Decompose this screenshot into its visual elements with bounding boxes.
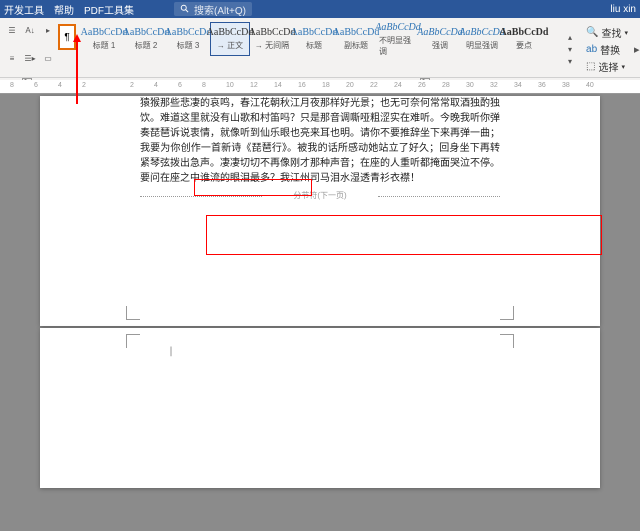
- style-sample: AaBbCcDd: [459, 27, 505, 38]
- ruler-tick: 28: [442, 82, 450, 89]
- styles-more[interactable]: ▾: [562, 56, 578, 68]
- style-sample: AaBbCcDd: [333, 27, 380, 38]
- page-2[interactable]: |: [40, 328, 600, 488]
- ruler-tick: 6: [178, 82, 182, 89]
- ruler-tick: 10: [226, 82, 234, 89]
- style-正文[interactable]: AaBbCcDd→ 正文: [210, 22, 250, 56]
- style-sample: AaBbCcDd: [500, 27, 549, 38]
- margin-corner: [126, 334, 140, 348]
- search-box[interactable]: 搜索(Alt+Q): [174, 2, 252, 16]
- find-button[interactable]: 🔍查找▾: [586, 24, 628, 41]
- shading-button[interactable]: ▭: [40, 52, 56, 64]
- ruler-tick: 2: [82, 82, 86, 89]
- section-break-marker[interactable]: 分节符(下一页): [140, 190, 500, 201]
- select-icon: ⬚: [586, 61, 595, 72]
- style-label: 不明显强调: [379, 35, 417, 57]
- ruler-tick: 12: [250, 82, 258, 89]
- style-副标题[interactable]: AaBbCcDd副标题: [336, 22, 376, 56]
- style-label: 标题 1: [93, 40, 116, 51]
- style-label: 强调: [432, 40, 448, 51]
- margin-corner: [500, 306, 514, 320]
- replace-icon: ab: [586, 44, 597, 55]
- style-label: 标题: [306, 40, 322, 51]
- annotation-box-break: [206, 215, 602, 255]
- ruler-tick: 4: [154, 82, 158, 89]
- styles-gallery: AaBbCcDd标题 1AaBbCcDd标题 2AaBbCcDd标题 3AaBb…: [80, 22, 560, 77]
- ruler-tick: 34: [514, 82, 522, 89]
- style-label: 明显强调: [466, 40, 498, 51]
- select-button[interactable]: ⬚选择▾: [586, 58, 628, 75]
- style-label: 副标题: [344, 40, 368, 51]
- styles-row-up[interactable]: ▴: [562, 32, 578, 44]
- ribbon: ☰ A↓ ▸ ¶ ≡ ☰▸ ▭ AaBbCcDd标题 1AaBbCcDd标题 2…: [0, 18, 640, 78]
- bullet-list-button[interactable]: ☰: [4, 24, 20, 36]
- margin-corner: [500, 334, 514, 348]
- style-sample: AaBbCcDd: [165, 27, 212, 38]
- ruler-tick: 30: [466, 82, 474, 89]
- tab-dev-tools[interactable]: 开发工具: [4, 2, 44, 17]
- style-sample: AaBbCcDd: [249, 27, 296, 38]
- tab-pdf-tools[interactable]: PDF工具集: [84, 2, 134, 17]
- search-placeholder: 搜索(Alt+Q): [194, 2, 246, 17]
- ruler-tick: 22: [370, 82, 378, 89]
- style-label: 标题 3: [177, 40, 200, 51]
- body-paragraph[interactable]: 猿猴那些悲凄的哀鸣，春江花朝秋江月夜那样好光景；也无可奈何常常取酒独酌独饮。难道…: [140, 96, 500, 186]
- indent-button[interactable]: ▸: [40, 24, 56, 36]
- style-要点[interactable]: AaBbCcDd要点: [504, 22, 544, 56]
- ruler-tick: 32: [490, 82, 498, 89]
- style-sample: AaBbCcDd: [375, 22, 421, 33]
- editing-group: 🔍查找▾ ab替换 ⬚选择▾: [580, 22, 634, 77]
- ruler-tick: 24: [394, 82, 402, 89]
- find-icon: 🔍: [586, 27, 598, 38]
- style-标题2[interactable]: AaBbCcDd标题 2: [126, 22, 166, 56]
- tab-help[interactable]: 帮助: [54, 2, 74, 17]
- style-sample: AaBbCcDd: [417, 27, 463, 38]
- style-sample: AaBbCcDd: [207, 27, 254, 38]
- ruler-tick: 20: [346, 82, 354, 89]
- style-sample: AaBbCcDd: [291, 27, 338, 38]
- sort-button[interactable]: A↓: [22, 24, 38, 36]
- search-icon: [180, 4, 190, 14]
- ruler-tick: 14: [274, 82, 282, 89]
- style-sample: AaBbCcDd: [123, 27, 170, 38]
- style-label: → 正文: [217, 40, 243, 51]
- style-不明显强调[interactable]: AaBbCcDd 不明显强调: [378, 22, 418, 56]
- ruler-tick: 38: [562, 82, 570, 89]
- style-label: → 无间隔: [255, 40, 289, 51]
- style-强调[interactable]: AaBbCcDd 强调: [420, 22, 460, 56]
- ruler-tick: 26: [418, 82, 426, 89]
- ribbon-collapse[interactable]: ▸: [634, 22, 640, 77]
- ruler-tick: 36: [538, 82, 546, 89]
- ruler-tick: 8: [10, 82, 14, 89]
- ruler-tick: 18: [322, 82, 330, 89]
- styles-row-down[interactable]: ▾: [562, 44, 578, 56]
- replace-button[interactable]: ab替换: [586, 41, 628, 58]
- align-button[interactable]: ≡: [4, 52, 20, 64]
- ruler-tick: 2: [130, 82, 134, 89]
- style-label: 要点: [516, 40, 532, 51]
- text-cursor: |: [168, 346, 174, 357]
- style-标题3[interactable]: AaBbCcDd标题 3: [168, 22, 208, 56]
- style-标题1[interactable]: AaBbCcDd标题 1: [84, 22, 124, 56]
- horizontal-ruler[interactable]: 8642246810121416182022242628303234363840: [0, 80, 640, 94]
- document-workspace: 8642246810121416182022242628303234363840…: [0, 80, 640, 531]
- ruler-tick: 6: [34, 82, 38, 89]
- ruler-tick: 40: [586, 82, 594, 89]
- paragraph-group: ☰ A↓ ▸ ¶ ≡ ☰▸ ▭: [0, 22, 80, 77]
- margin-corner: [126, 306, 140, 320]
- ruler-tick: 16: [298, 82, 306, 89]
- style-标题[interactable]: AaBbCcDd标题: [294, 22, 334, 56]
- title-bar: 开发工具 帮助 PDF工具集 搜索(Alt+Q) liu xin: [0, 0, 640, 18]
- style-明显强调[interactable]: AaBbCcDd 明显强调: [462, 22, 502, 56]
- style-sample: AaBbCcDd: [81, 27, 128, 38]
- ruler-tick: 8: [202, 82, 206, 89]
- page-1[interactable]: 猿猴那些悲凄的哀鸣，春江花朝秋江月夜那样好光景；也无可奈何常常取酒独酌独饮。难道…: [40, 96, 600, 326]
- ruler-tick: 4: [58, 82, 62, 89]
- line-spacing-button[interactable]: ☰▸: [22, 52, 38, 64]
- style-label: 标题 2: [135, 40, 158, 51]
- user-name[interactable]: liu xin: [610, 4, 636, 15]
- annotation-arrow: [76, 36, 78, 104]
- style-无间隔[interactable]: AaBbCcDd→ 无间隔: [252, 22, 292, 56]
